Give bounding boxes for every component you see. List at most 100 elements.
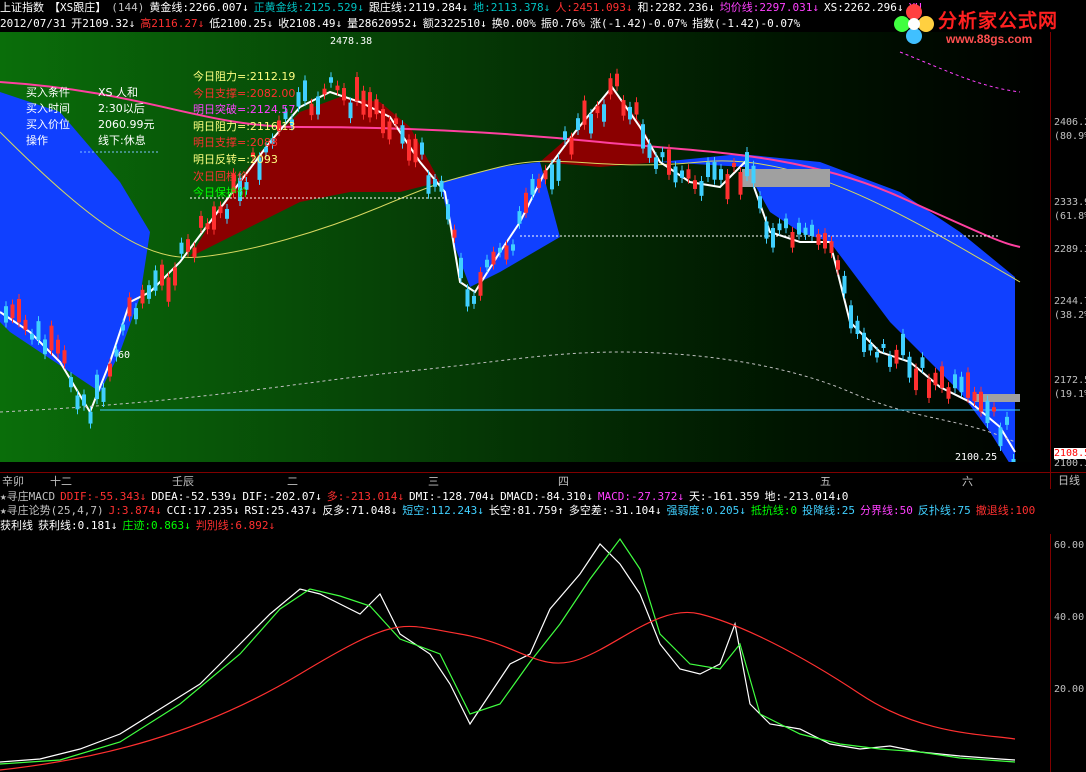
price-axis-label-5: 2244.7 bbox=[1054, 296, 1086, 307]
date-label-2: 壬辰 bbox=[172, 475, 194, 488]
candle-body bbox=[738, 172, 743, 195]
candle-body bbox=[446, 204, 450, 220]
indicator-axis-label-2: 20.00 bbox=[1054, 684, 1085, 695]
ohlc-field-7: 换0.00% bbox=[491, 17, 536, 30]
indicator-axis-label-0: 60.00 bbox=[1054, 540, 1085, 551]
resistance-info-0: 今日阻力=:2112.19 bbox=[193, 70, 296, 83]
candle-body bbox=[36, 321, 41, 340]
main-price-chart[interactable]: 2478.38 2100.25 60 bbox=[0, 32, 1050, 462]
ohlc-field-9: 涨(-1.42)-0.07% bbox=[590, 17, 688, 30]
candle-body bbox=[946, 387, 951, 399]
candle-body bbox=[602, 104, 606, 122]
trend-field-1: J:3.874↓ bbox=[108, 504, 162, 517]
trend-field-9: 抵抗线:0 bbox=[750, 504, 798, 517]
period-button[interactable]: 日线 bbox=[1050, 473, 1086, 489]
buy-info-value-3: 线下:休息 bbox=[98, 134, 146, 147]
price-axis-label-1: (80.9%) bbox=[1054, 131, 1086, 142]
macd-field-2: DDEA:-52.539↓ bbox=[151, 490, 238, 503]
ohlc-field-0: 2012/07/31 bbox=[0, 17, 67, 30]
candle-body bbox=[660, 152, 665, 158]
candle-body bbox=[452, 229, 457, 238]
candle-body bbox=[667, 149, 671, 175]
candle-body bbox=[485, 259, 489, 268]
candle-body bbox=[732, 162, 736, 168]
candle-body bbox=[374, 99, 379, 115]
candle-body bbox=[30, 333, 34, 340]
candle-body bbox=[595, 106, 600, 114]
candle-body bbox=[192, 247, 197, 258]
header-field-7: 人:2451.093↓ bbox=[555, 1, 633, 14]
macd-field-6: DMACD:-84.310↓ bbox=[500, 490, 593, 503]
candle-body bbox=[719, 169, 723, 180]
trend-field-11: 分界线:50 bbox=[859, 504, 913, 517]
candle-body bbox=[95, 374, 99, 400]
macd-field-7: MACD:-27.372↓ bbox=[597, 490, 684, 503]
resistance-info-2: 明日突破=:2124.57 bbox=[193, 103, 296, 117]
candle-body bbox=[907, 356, 912, 378]
date-label-7: 六 bbox=[962, 475, 973, 488]
candle-body bbox=[225, 208, 229, 219]
candle-body bbox=[758, 196, 762, 209]
candle-body bbox=[953, 374, 957, 389]
date-label-0: 辛卯 bbox=[2, 475, 24, 488]
candle-body bbox=[218, 206, 223, 214]
candle-body bbox=[361, 90, 366, 115]
candle-body bbox=[686, 169, 691, 179]
candle-body bbox=[420, 142, 424, 155]
header-field-0: 上证指数 bbox=[0, 1, 44, 14]
flower-logo-icon bbox=[894, 4, 934, 44]
candle-body bbox=[751, 165, 756, 184]
candle-body bbox=[979, 391, 983, 412]
candle-body bbox=[693, 180, 697, 189]
candle-body bbox=[654, 157, 658, 169]
macd-field-8: 天:-161.359 bbox=[688, 490, 760, 503]
candle-body bbox=[348, 102, 353, 119]
date-label-4: 三 bbox=[428, 475, 439, 488]
candle-body bbox=[88, 411, 93, 424]
candle-body bbox=[342, 88, 346, 101]
candle-body bbox=[914, 368, 918, 391]
candle-body bbox=[894, 349, 899, 364]
candle-body bbox=[10, 304, 15, 319]
candle-body bbox=[901, 333, 905, 356]
candle-body bbox=[628, 106, 632, 120]
candle-body bbox=[959, 376, 964, 393]
candle-body bbox=[992, 407, 996, 412]
candle-body bbox=[205, 223, 210, 230]
candle-body bbox=[862, 332, 866, 353]
candle-body bbox=[387, 121, 392, 140]
candle-body bbox=[140, 289, 145, 304]
candle-body bbox=[134, 308, 138, 320]
resistance-info-4: 明日支撑=:2088 bbox=[193, 136, 278, 150]
candle-body bbox=[615, 73, 619, 87]
candle-body bbox=[179, 242, 184, 254]
candle-body bbox=[472, 295, 476, 304]
price-axis-label-4: 2289.3 bbox=[1054, 244, 1086, 255]
low-price-label: 2100.25 bbox=[955, 452, 997, 462]
ohlc-field-2: 高2116.27↓ bbox=[140, 17, 205, 30]
buy-info-value-1: 2:30以后 bbox=[98, 102, 145, 115]
trend-field-10: 投降线:25 bbox=[802, 504, 855, 517]
candle-body bbox=[524, 192, 528, 213]
date-label-5: 四 bbox=[558, 475, 569, 488]
candle-body bbox=[491, 251, 496, 265]
candle-body bbox=[355, 77, 359, 101]
candle-body bbox=[296, 92, 301, 107]
candle-body bbox=[790, 232, 795, 248]
candle-body bbox=[530, 178, 535, 195]
buy-info-label-2: 买入价位 bbox=[26, 118, 70, 131]
candle-body bbox=[478, 272, 483, 296]
trend-field-13: 撤退线:100 bbox=[975, 504, 1036, 517]
candle-body bbox=[576, 118, 580, 130]
candle-body bbox=[745, 152, 749, 177]
candle-body bbox=[400, 125, 405, 144]
candle-body bbox=[504, 245, 509, 260]
ohlc-field-10: 指数(-1.42)-0.07% bbox=[692, 17, 801, 30]
macd-field-4: 多:-213.014↓ bbox=[326, 490, 405, 503]
header-field-5: 跟庄线:2119.284↓ bbox=[368, 1, 469, 14]
candle-body bbox=[173, 267, 177, 286]
candle-body bbox=[465, 289, 470, 307]
ohlc-field-6: 额2322510↓ bbox=[422, 17, 487, 30]
candle-body bbox=[712, 162, 717, 180]
lower-indicator-chart[interactable] bbox=[0, 534, 1050, 772]
